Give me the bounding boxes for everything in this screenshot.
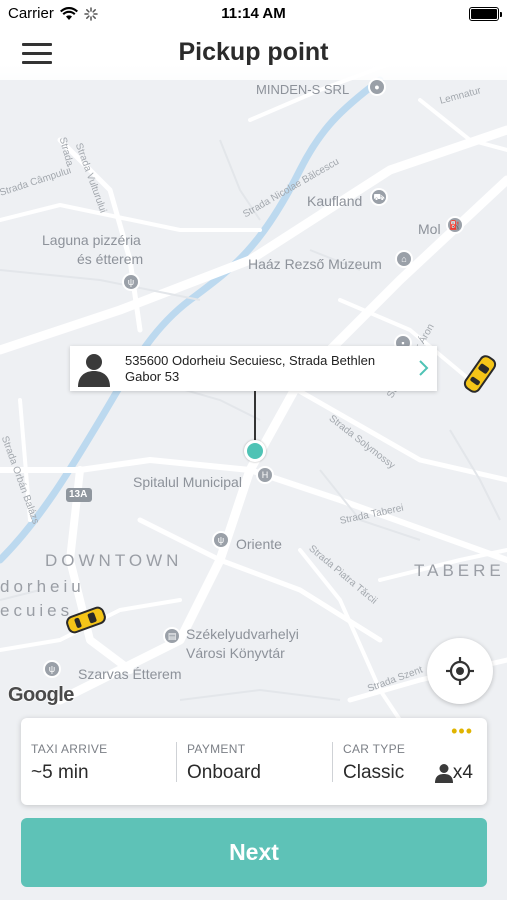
google-logo: Google <box>8 684 74 706</box>
nav-bar: Pickup point <box>0 28 507 80</box>
library-icon: ▤ <box>163 627 181 645</box>
pickup-address: 535600 Odorheiu Secuiesc, Strada Bethlen… <box>125 353 376 384</box>
museum-icon: ⌂ <box>395 250 413 268</box>
page-title: Pickup point <box>178 38 329 66</box>
map-label-szarvas: Szarvas Étterem <box>78 666 182 682</box>
restaurant-icon: ψ <box>122 273 140 291</box>
payment-label: PAYMENT <box>187 742 246 756</box>
place-pin-icon: ● <box>368 78 386 96</box>
user-avatar-icon <box>76 350 112 387</box>
divider <box>176 742 177 782</box>
restaurant-icon: ψ <box>212 531 230 549</box>
taxi-arrive-field[interactable]: TAXI ARRIVE ~5 min <box>31 742 176 788</box>
crosshair-location-icon <box>446 657 474 685</box>
map-label-oriente: Oriente <box>236 536 282 552</box>
payment-value: Onboard <box>187 762 261 783</box>
map-label-laguna-2: és étterem <box>77 251 144 267</box>
route-13a-badge: 13A <box>69 489 88 500</box>
map-label-minden: MINDEN-S SRL <box>256 82 350 97</box>
map-label-taberei: TABERE <box>414 561 505 580</box>
next-button[interactable]: Next <box>21 818 487 887</box>
taxi-arrive-value: ~5 min <box>31 762 89 783</box>
person-icon <box>434 764 453 783</box>
passenger-count-value: x4 <box>452 762 473 783</box>
map-label-odorheiu-2: ecuies <box>0 601 74 620</box>
map-label-kaufland: Kaufland <box>307 193 363 209</box>
status-bar: Carrier 11:14 AM <box>0 0 507 28</box>
map-label-konyvtar-1: Székelyudvarhelyi <box>186 626 299 642</box>
restaurant-icon: ψ <box>43 660 61 678</box>
map-label-mol: Mol <box>418 221 441 237</box>
passenger-count[interactable]: x4 <box>434 762 473 784</box>
car-type-field[interactable]: CAR TYPE Classic <box>343 742 433 788</box>
shopping-cart-icon: ⛟ <box>370 188 388 206</box>
map-label-downtown: DOWNTOWN <box>45 551 183 570</box>
status-time: 11:14 AM <box>221 5 286 22</box>
trip-info-card: ••• TAXI ARRIVE ~5 min PAYMENT Onboard C… <box>21 718 487 805</box>
divider <box>332 742 333 782</box>
taxi-arrive-label: TAXI ARRIVE <box>31 742 108 756</box>
car-type-value: Classic <box>343 762 405 783</box>
map-label-spitalul: Spitalul Municipal <box>133 474 242 490</box>
map-label-odorheiu-1: dorheiu <box>0 577 85 596</box>
chevron-right-icon <box>419 360 429 376</box>
map-label-haaz: Haáz Rezső Múzeum <box>248 256 382 272</box>
hospital-icon: H <box>256 466 274 484</box>
pickup-pin-icon[interactable] <box>244 440 266 462</box>
my-location-button[interactable] <box>427 638 493 704</box>
battery-icon <box>469 7 502 21</box>
pin-stem <box>254 391 256 441</box>
pickup-address-callout[interactable]: 535600 Odorheiu Secuiesc, Strada Bethlen… <box>70 346 437 391</box>
car-type-label: CAR TYPE <box>343 742 406 756</box>
map-label-konyvtar-2: Városi Könyvtár <box>186 645 285 661</box>
map-label-laguna-1: Laguna pizzéria <box>42 232 141 248</box>
fuel-station-icon: ⛽ <box>446 216 464 234</box>
more-dots-icon[interactable]: ••• <box>451 722 473 740</box>
payment-field[interactable]: PAYMENT Onboard <box>187 742 327 788</box>
